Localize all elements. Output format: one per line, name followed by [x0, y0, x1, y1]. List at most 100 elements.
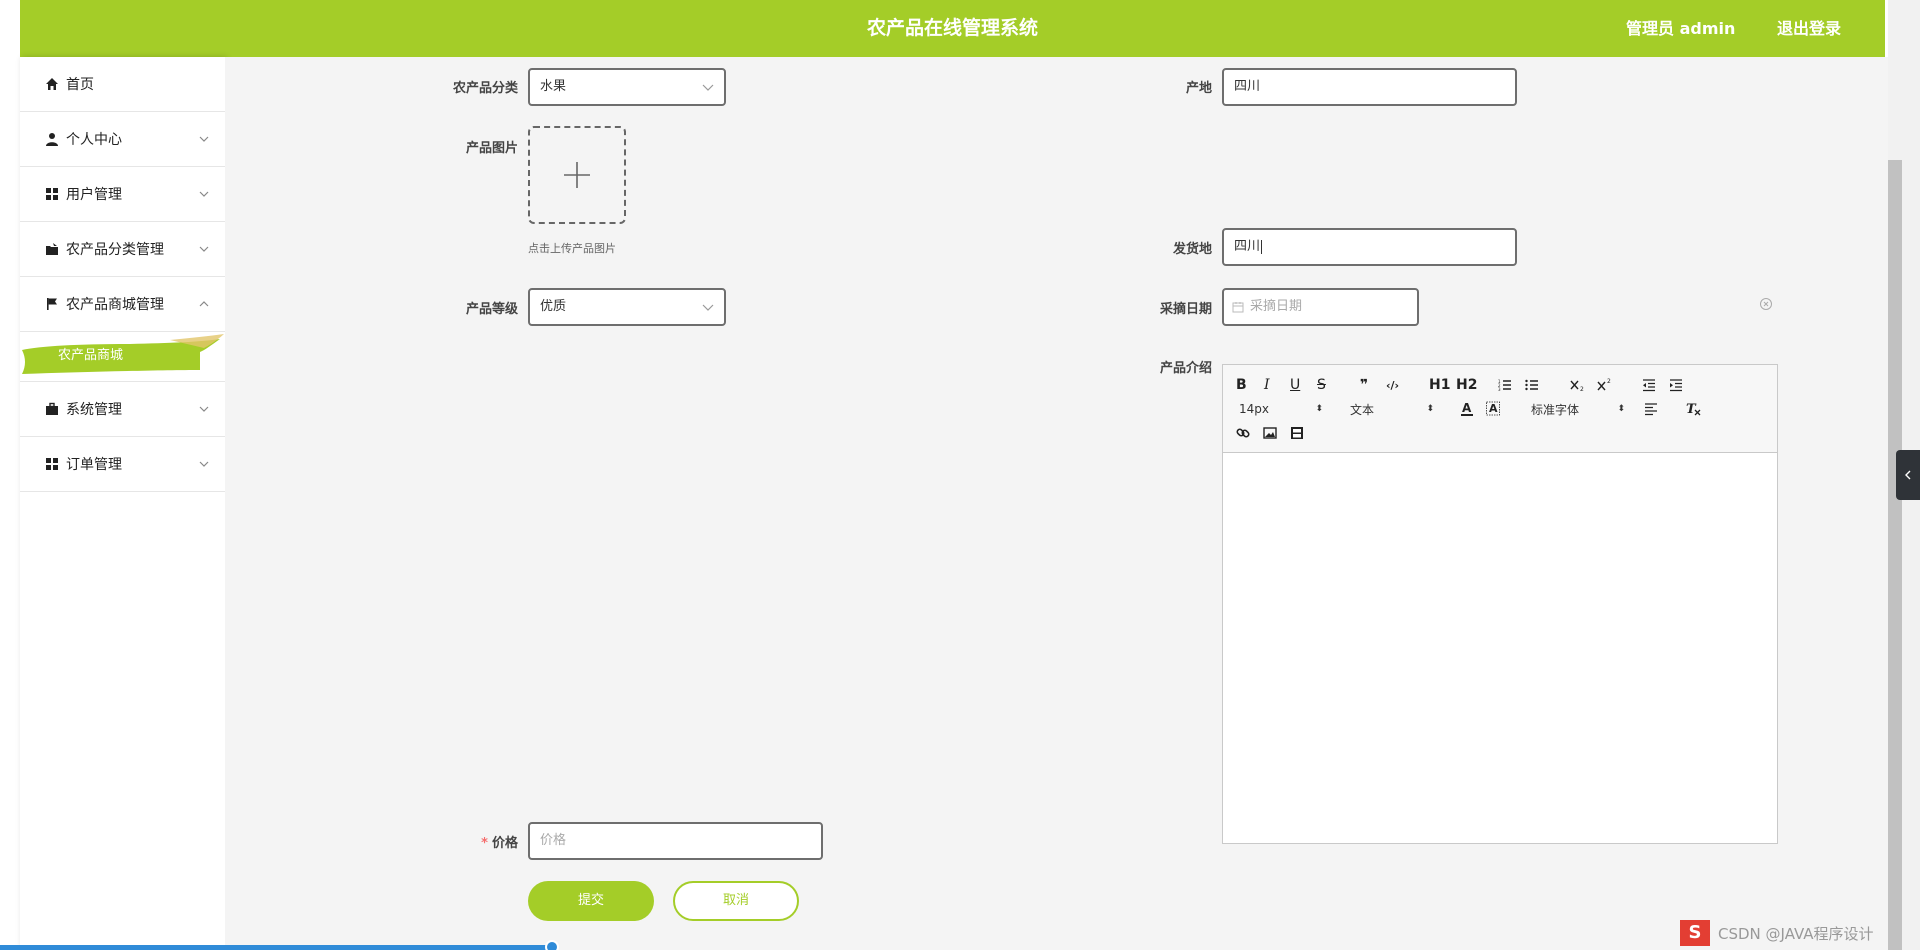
- sidebar-item-category-management[interactable]: 农产品分类管理: [20, 222, 225, 277]
- logout-button[interactable]: 退出登录: [1777, 0, 1841, 57]
- csdn-watermark: S CSDN @JAVA程序设计: [1680, 920, 1874, 946]
- code-icon[interactable]: ‹/›: [1386, 375, 1399, 395]
- price-input[interactable]: 价格: [528, 822, 823, 860]
- rich-text-editor: B I U S ❞ ‹/› H1 H2 123 2 2 14px ⬍ 文本 ⬍ …: [1222, 364, 1778, 844]
- image-label: 产品图片: [465, 141, 518, 156]
- grade-label: 产品等级: [465, 302, 518, 317]
- briefcase-icon: [44, 401, 60, 417]
- pick-date-input[interactable]: 采摘日期: [1222, 288, 1419, 326]
- chevron-down-icon: [199, 406, 209, 412]
- grid-icon: [44, 456, 60, 472]
- category-label: 农产品分类: [452, 81, 518, 96]
- sidebar-item-system-management[interactable]: 系统管理: [20, 382, 225, 437]
- svg-text:2: 2: [1580, 386, 1584, 392]
- required-marker: *: [481, 836, 488, 851]
- origin-label: 产地: [1185, 81, 1212, 96]
- submit-button[interactable]: 提交: [528, 881, 654, 921]
- text-cursor: [1261, 239, 1263, 254]
- scrollbar-thumb[interactable]: [1888, 160, 1902, 950]
- sidebar-item-label: 系统管理: [66, 402, 122, 418]
- sidebar-item-label: 农产品分类管理: [66, 242, 164, 258]
- folder-icon: [44, 241, 60, 257]
- clear-format-icon[interactable]: T: [1686, 399, 1702, 419]
- chevron-down-icon: [199, 246, 209, 252]
- progress-knob: [545, 940, 559, 950]
- calendar-icon: [1232, 301, 1244, 312]
- sidebar-item-label: 用户管理: [66, 187, 122, 203]
- sidebar-item-label: 农产品商城管理: [66, 297, 164, 313]
- background-color-icon[interactable]: A: [1486, 399, 1500, 419]
- ordered-list-icon[interactable]: 123: [1498, 375, 1512, 395]
- chevron-left-icon: [1905, 470, 1911, 480]
- underline-button[interactable]: U: [1290, 375, 1300, 395]
- ship-from-input[interactable]: 四川: [1222, 228, 1517, 266]
- bullet-list-icon[interactable]: [1525, 375, 1539, 395]
- updown-icon: ⬍: [1315, 404, 1323, 414]
- chevron-down-icon: [199, 461, 209, 467]
- grade-value: 优质: [540, 299, 567, 314]
- superscript-icon[interactable]: 2: [1597, 375, 1613, 395]
- heading2-button[interactable]: H2: [1456, 375, 1477, 395]
- updown-icon: ⬍: [1426, 404, 1434, 414]
- main-form-area: 农产品分类 水果 产地 四川 产品图片 点击上传产品图片 发货地 四川 产品等级…: [225, 57, 1888, 950]
- clear-icon[interactable]: [1759, 297, 1773, 311]
- ship-from-label: 发货地: [1172, 242, 1212, 257]
- text-style-select[interactable]: 文本 ⬍: [1350, 399, 1434, 419]
- text-style-value: 文本: [1350, 402, 1375, 417]
- chevron-up-icon: [199, 301, 209, 307]
- font-family-select[interactable]: 标准字体 ⬍: [1531, 399, 1625, 419]
- image-upload-hint: 点击上传产品图片: [528, 242, 616, 255]
- chevron-down-icon: [702, 84, 714, 91]
- outdent-icon[interactable]: [1642, 375, 1656, 395]
- pick-date-label: 采摘日期: [1159, 302, 1212, 317]
- category-select[interactable]: 水果: [528, 68, 726, 106]
- subscript-icon[interactable]: 2: [1570, 375, 1586, 395]
- side-panel-toggle[interactable]: [1896, 450, 1920, 500]
- sidebar-item-label: 个人中心: [66, 132, 122, 148]
- indent-icon[interactable]: [1669, 375, 1683, 395]
- cancel-button[interactable]: 取消: [673, 881, 799, 921]
- font-family-value: 标准字体: [1531, 402, 1580, 417]
- sidebar-subitem-mall[interactable]: 农产品商城: [20, 332, 225, 382]
- updown-icon: ⬍: [1617, 404, 1625, 414]
- sidebar-item-personal-center[interactable]: 个人中心: [20, 112, 225, 167]
- video-icon[interactable]: [1290, 423, 1304, 443]
- font-size-value: 14px: [1239, 402, 1269, 416]
- font-color-icon[interactable]: A: [1460, 399, 1474, 419]
- pick-date-placeholder: 采摘日期: [1250, 299, 1303, 314]
- origin-input[interactable]: 四川: [1222, 68, 1517, 106]
- category-value: 水果: [540, 79, 567, 94]
- svg-text:3: 3: [1498, 387, 1501, 392]
- link-icon[interactable]: [1236, 423, 1250, 443]
- image-icon[interactable]: [1263, 423, 1277, 443]
- top-header: 农产品在线管理系统 管理员 admin 退出登录: [20, 0, 1885, 57]
- sidebar-item-home[interactable]: 首页: [20, 57, 225, 112]
- sidebar: 首页 个人中心 用户管理 农产品分类管理 农产品商城管理 农产品商城 系统管理 …: [20, 57, 225, 950]
- editor-toolbar: B I U S ❞ ‹/› H1 H2 123 2 2 14px ⬍ 文本 ⬍ …: [1223, 365, 1777, 453]
- home-icon: [44, 76, 60, 92]
- grid-icon: [44, 186, 60, 202]
- sidebar-subitem-label: 农产品商城: [58, 348, 124, 363]
- sidebar-item-label: 订单管理: [66, 457, 122, 473]
- ship-from-value: 四川: [1234, 239, 1261, 254]
- csdn-logo: S: [1680, 920, 1710, 946]
- grade-select[interactable]: 优质: [528, 288, 726, 326]
- strikethrough-button[interactable]: S: [1317, 375, 1326, 395]
- flag-icon: [44, 296, 60, 312]
- sidebar-item-mall-management[interactable]: 农产品商城管理: [20, 277, 225, 332]
- image-upload-button[interactable]: [528, 126, 626, 224]
- watermark-text: CSDN @JAVA程序设计: [1718, 924, 1874, 943]
- svg-text:A: A: [1462, 401, 1472, 415]
- svg-text:2: 2: [1607, 378, 1611, 385]
- sidebar-item-order-management[interactable]: 订单管理: [20, 437, 225, 492]
- quote-icon[interactable]: ❞: [1360, 375, 1368, 395]
- editor-content-area[interactable]: [1223, 453, 1777, 843]
- chevron-down-icon: [199, 136, 209, 142]
- align-icon[interactable]: [1644, 399, 1658, 419]
- italic-button[interactable]: I: [1264, 375, 1270, 395]
- sidebar-item-user-management[interactable]: 用户管理: [20, 167, 225, 222]
- font-size-select[interactable]: 14px ⬍: [1239, 399, 1323, 419]
- intro-label: 产品介绍: [1159, 361, 1212, 376]
- heading1-button[interactable]: H1: [1429, 375, 1450, 395]
- bold-button[interactable]: B: [1236, 375, 1247, 395]
